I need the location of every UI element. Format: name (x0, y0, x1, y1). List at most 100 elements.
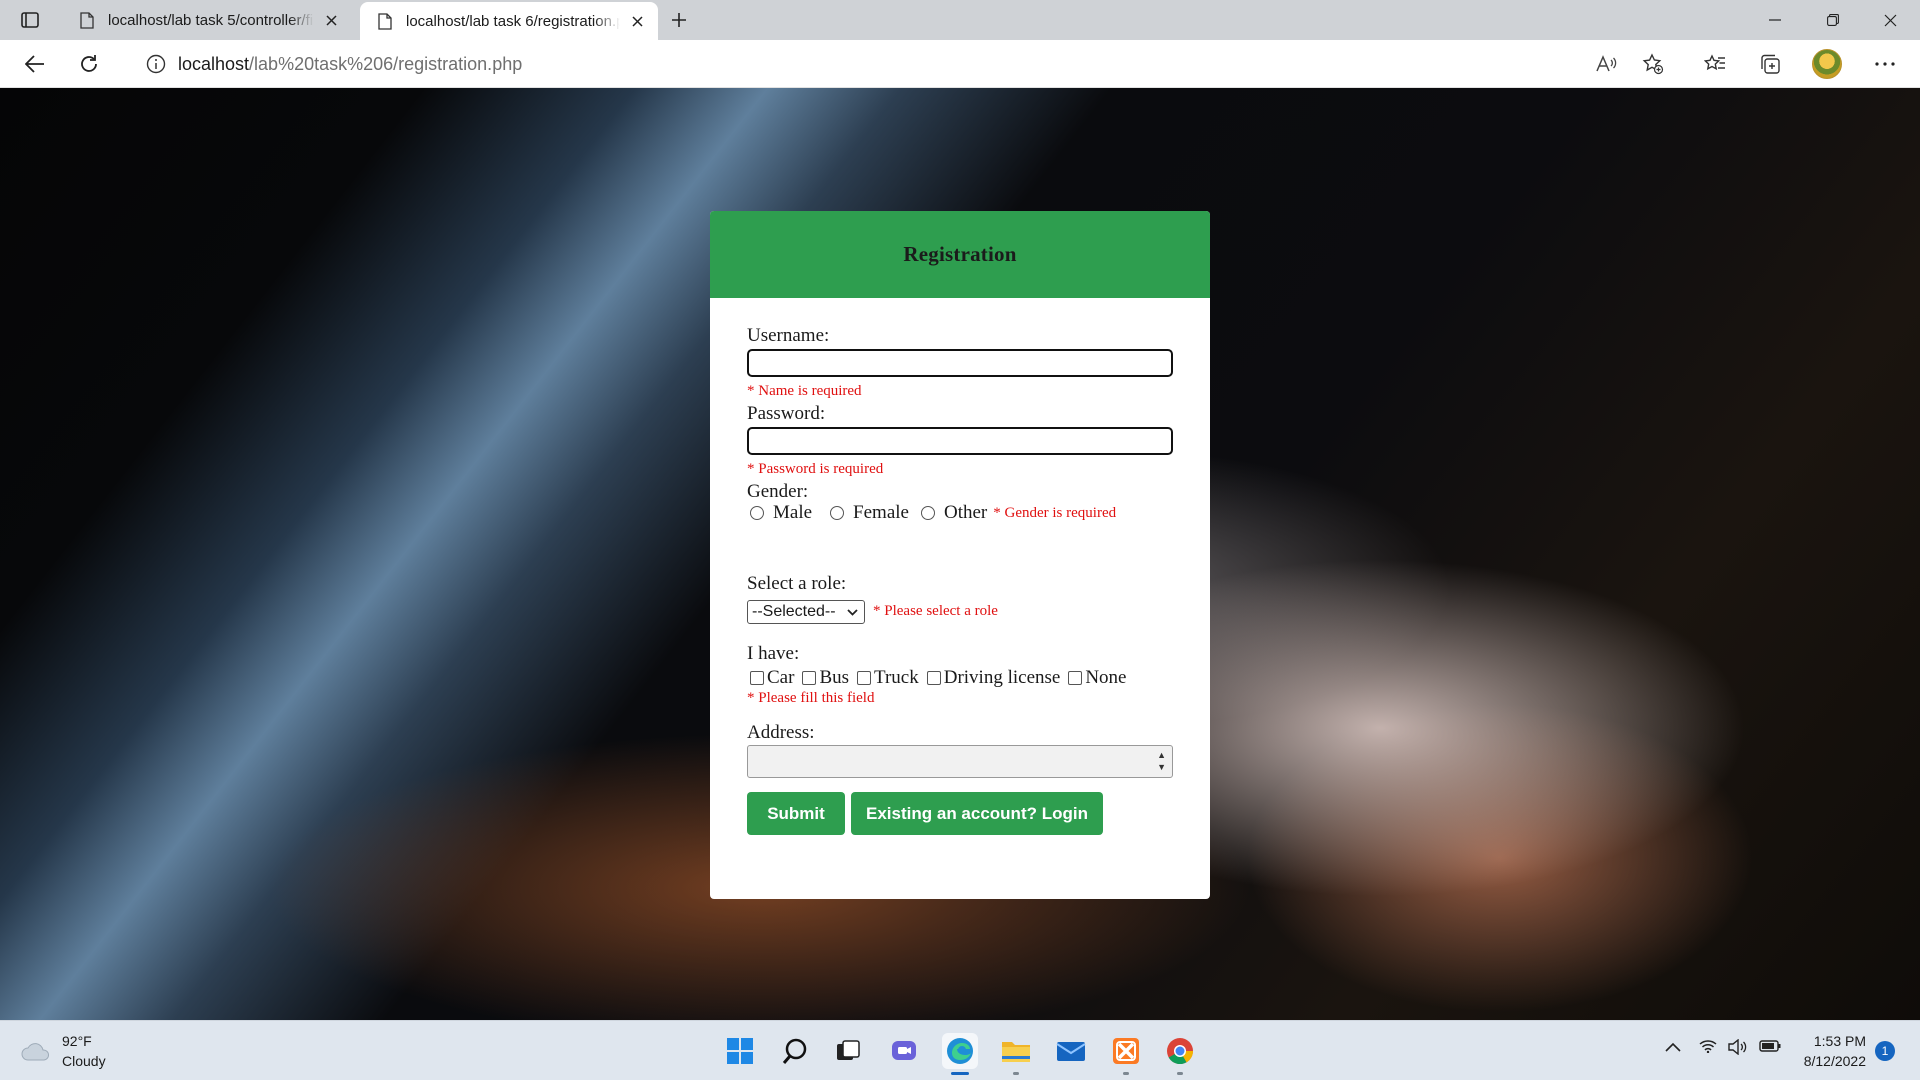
volume-button[interactable] (1728, 1038, 1748, 1060)
role-select[interactable]: --Selected-- (747, 600, 865, 624)
task-view-button[interactable] (830, 1033, 866, 1069)
login-button[interactable]: Existing an account? Login (851, 792, 1103, 835)
info-icon[interactable] (146, 54, 166, 74)
gender-label: Gender: (747, 481, 809, 502)
vehicle-car-label: Car (767, 667, 795, 688)
gender-male-label: Male (773, 502, 813, 523)
edge-icon (947, 1038, 973, 1064)
collections-button[interactable] (1753, 48, 1787, 80)
address-label: Address: (747, 722, 815, 743)
vehicle-bus-label: Bus (819, 667, 850, 688)
edge-button[interactable] (942, 1033, 978, 1075)
restore-button[interactable] (1805, 0, 1861, 40)
vehicle-option-driving-license[interactable]: Driving license (926, 667, 1061, 689)
new-tab-button[interactable] (664, 6, 694, 34)
speaker-icon (1728, 1038, 1747, 1056)
address-textarea[interactable]: ▲ ▼ (747, 745, 1173, 778)
username-input[interactable] (747, 349, 1173, 377)
restore-icon (1827, 14, 1839, 26)
close-icon (1884, 14, 1896, 26)
checkbox-driving-license[interactable] (926, 671, 941, 685)
search-button[interactable] (777, 1033, 813, 1069)
tab-lab-task-5[interactable]: localhost/lab task 5/controller/fin (62, 0, 352, 40)
submit-button[interactable]: Submit (747, 792, 845, 835)
vehicle-options: Car Bus Truck Driving license None (750, 667, 1126, 689)
address-bar[interactable]: localhost/lab%20task%206/registration.ph… (126, 45, 1736, 83)
tab-actions-icon[interactable] (14, 8, 46, 32)
clock-time: 1:53 PM (1813, 1033, 1866, 1049)
gender-option-female[interactable]: Female (830, 502, 909, 524)
close-icon[interactable] (320, 9, 342, 31)
read-aloud-button[interactable] (1590, 48, 1624, 80)
weather-condition: Cloudy (62, 1053, 106, 1069)
vehicle-option-none[interactable]: None (1068, 667, 1126, 689)
weather-widget[interactable]: 92°F Cloudy (20, 1031, 106, 1071)
checkbox-none[interactable] (1068, 671, 1083, 685)
taskbar: 92°F Cloudy 1:53 PM 8/12/2022 1 (0, 1020, 1920, 1080)
radio-male[interactable] (750, 506, 764, 520)
radio-female[interactable] (830, 506, 845, 520)
xampp-icon (1113, 1038, 1139, 1064)
refresh-button[interactable] (72, 48, 106, 80)
read-aloud-icon (1596, 55, 1617, 72)
username-error: * Name is required (747, 383, 862, 399)
settings-more-button[interactable] (1868, 48, 1902, 80)
clock[interactable]: 1:53 PM 8/12/2022 (1794, 1031, 1866, 1071)
vehicles-label: I have: (747, 643, 800, 664)
gender-female-label: Female (853, 502, 909, 523)
file-explorer-button[interactable] (998, 1033, 1034, 1075)
url-path: /lab%20task%206/registration.php (249, 53, 523, 74)
url-host: localhost (178, 53, 250, 74)
star-plus-icon (1642, 53, 1664, 75)
wifi-button[interactable] (1699, 1039, 1717, 1058)
role-error: * Please select a role (873, 603, 998, 619)
xampp-button[interactable] (1108, 1033, 1144, 1075)
profile-avatar[interactable] (1812, 49, 1842, 79)
close-icon[interactable] (626, 10, 648, 32)
more-icon (1875, 62, 1895, 66)
close-window-button[interactable] (1862, 0, 1918, 40)
vehicle-driving-license-label: Driving license (943, 667, 1061, 688)
checkbox-truck[interactable] (857, 671, 872, 685)
collections-icon (1761, 54, 1780, 74)
vehicle-option-truck[interactable]: Truck (857, 667, 919, 689)
chrome-button[interactable] (1162, 1033, 1198, 1075)
url-text[interactable]: localhost/lab%20task%206/registration.ph… (178, 54, 522, 75)
vehicle-truck-label: Truck (874, 667, 919, 688)
gender-options: Male Female Other * Gender is required (750, 502, 1116, 524)
radio-other[interactable] (920, 506, 935, 520)
add-favorite-button[interactable] (1636, 48, 1670, 80)
checkbox-bus[interactable] (802, 671, 817, 685)
search-icon (782, 1038, 807, 1064)
mail-button[interactable] (1053, 1033, 1089, 1069)
password-label: Password: (747, 403, 826, 424)
gender-option-other[interactable]: Other (920, 502, 987, 524)
windows-icon (727, 1038, 753, 1064)
running-indicator (1013, 1072, 1019, 1075)
back-button[interactable] (18, 48, 52, 80)
vehicle-option-bus[interactable]: Bus (802, 667, 849, 689)
password-error: * Password is required (747, 461, 884, 477)
role-select-value: --Selected-- (752, 603, 836, 620)
show-hidden-icons-button[interactable] (1665, 1039, 1681, 1057)
task-view-icon (837, 1040, 860, 1060)
vehicle-option-car[interactable]: Car (750, 667, 794, 689)
page-icon (378, 12, 392, 30)
password-input[interactable] (747, 427, 1173, 455)
battery-button[interactable] (1759, 1039, 1781, 1057)
page-title: Registration (903, 242, 1017, 266)
tab-lab-task-6[interactable]: localhost/lab task 6/registration.php (360, 2, 658, 40)
notification-badge[interactable]: 1 (1875, 1041, 1895, 1061)
start-button[interactable] (722, 1033, 758, 1069)
battery-icon (1759, 1040, 1781, 1052)
minimize-button[interactable] (1747, 0, 1803, 40)
checkbox-car[interactable] (750, 671, 764, 685)
favorites-button[interactable] (1698, 48, 1732, 80)
running-indicator (1177, 1072, 1183, 1075)
minimize-icon (1769, 19, 1781, 21)
teams-chat-button[interactable] (886, 1033, 922, 1069)
gender-option-male[interactable]: Male (750, 502, 812, 524)
vehicle-none-label: None (1085, 667, 1127, 688)
page-icon (80, 11, 94, 29)
spinner-arrows-icon[interactable]: ▲ ▼ (1157, 749, 1166, 773)
